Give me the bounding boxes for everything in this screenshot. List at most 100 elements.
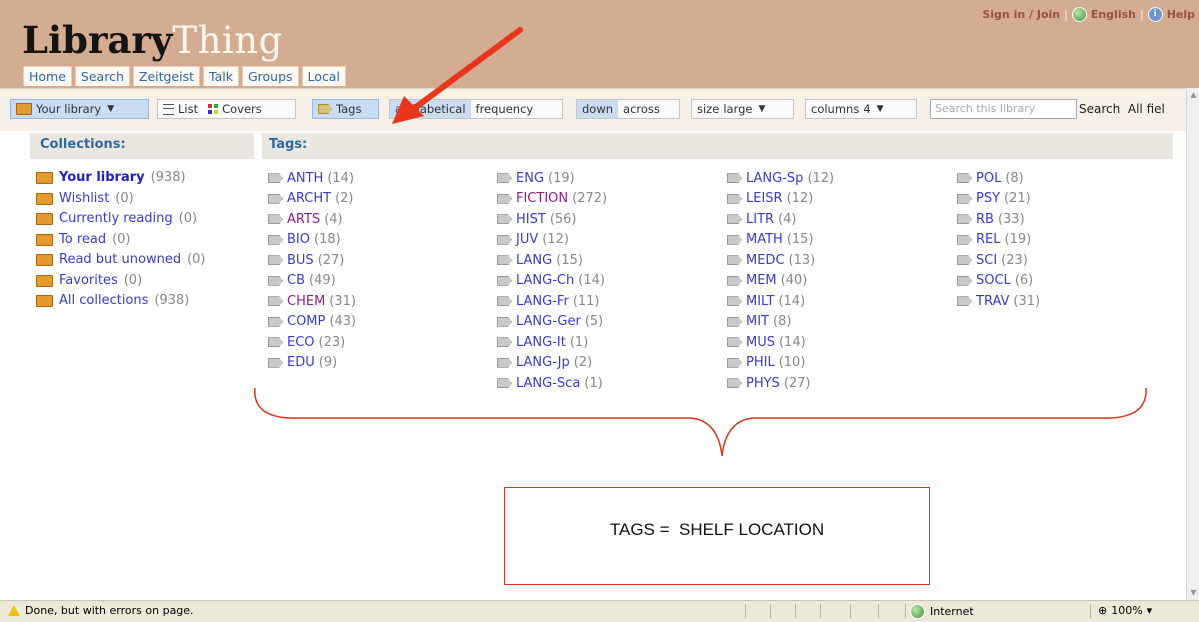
sort-toggle: alphabetical frequency — [389, 99, 563, 119]
tag-link[interactable]: LANG-Sca (1) — [497, 373, 607, 394]
tag-link[interactable]: COMP (43) — [268, 312, 356, 333]
tag-column-2: ENG (19) FICTION (272) HIST (56) JUV (12) LA… — [497, 168, 607, 394]
collection-read-but-unowned[interactable]: Read but unowned (0) — [36, 250, 206, 271]
size-dropdown[interactable]: size large ▼ — [691, 99, 794, 119]
nav-talk[interactable]: Talk — [203, 66, 239, 86]
tag-link[interactable]: LITR (4) — [727, 209, 834, 230]
tag-link[interactable]: REL (19) — [957, 230, 1040, 251]
tag-column-4: POL (8) PSY (21) RB (33) REL (19) SCI (23) SO… — [957, 168, 1040, 312]
search-library-input[interactable]: Search this library — [930, 99, 1077, 119]
tag-link[interactable]: JUV (12) — [497, 230, 607, 251]
tag-link[interactable]: LANG-Ch (14) — [497, 271, 607, 292]
tag-link[interactable]: PHIL (10) — [727, 353, 834, 374]
language-link[interactable]: English — [1091, 8, 1136, 21]
collection-your-library[interactable]: Your library (938) — [36, 168, 206, 189]
tag-link[interactable]: ARCHT (2) — [268, 189, 356, 210]
tag-link[interactable]: BUS (27) — [268, 250, 356, 271]
tag-link[interactable]: PSY (21) — [957, 189, 1040, 210]
collection-favorites[interactable]: Favorites (0) — [36, 271, 206, 292]
direction-down-button[interactable]: down — [577, 100, 619, 118]
tag-link[interactable]: LANG-It (1) — [497, 332, 607, 353]
tag-link[interactable]: LANG (15) — [497, 250, 607, 271]
tag-icon — [957, 275, 972, 286]
collection-wishlist[interactable]: Wishlist (0) — [36, 189, 206, 210]
tag-link[interactable]: ECO (23) — [268, 332, 356, 353]
tag-icon — [727, 173, 742, 184]
direction-across-button[interactable]: across — [618, 100, 665, 118]
tags-header: Tags: — [262, 133, 1173, 159]
tag-link[interactable]: LANG-Jp (2) — [497, 353, 607, 374]
nav-zeitgeist[interactable]: Zeitgeist — [132, 66, 201, 86]
tag-icon — [957, 173, 972, 184]
vertical-scrollbar[interactable]: ▲ ▼ — [1186, 88, 1199, 600]
tag-icon — [268, 337, 283, 348]
zoom-control[interactable]: ⊕ 100% ▾ — [1098, 604, 1152, 617]
nav-search[interactable]: Search — [74, 66, 130, 86]
collection-to-read[interactable]: To read (0) — [36, 230, 206, 251]
tag-link[interactable]: HIST (56) — [497, 209, 607, 230]
tag-link[interactable]: FICTION (272) — [497, 189, 607, 210]
tag-icon — [497, 337, 512, 348]
library-toolbar: Your library ▼ List Covers Tags alphabeti… — [0, 88, 1188, 131]
tag-link[interactable]: LANG-Ger (5) — [497, 312, 607, 333]
tag-link[interactable]: ANTH (14) — [268, 168, 356, 189]
main-nav: Home Search Zeitgeist Talk Groups Local — [23, 66, 349, 86]
status-message[interactable]: Done, but with errors on page. — [8, 604, 194, 617]
tag-link[interactable]: LEISR (12) — [727, 189, 834, 210]
tag-link[interactable]: MATH (15) — [727, 230, 834, 251]
tag-link[interactable]: LANG-Fr (11) — [497, 291, 607, 312]
direction-toggle: down across — [576, 99, 680, 119]
tag-link[interactable]: MEDC (13) — [727, 250, 834, 271]
scroll-up-icon[interactable]: ▲ — [1187, 88, 1199, 102]
all-fields-select[interactable]: All fiel — [1128, 102, 1165, 116]
tag-link[interactable]: SCI (23) — [957, 250, 1040, 271]
search-button[interactable]: Search All fiel — [1079, 99, 1165, 119]
tag-link[interactable]: TRAV (31) — [957, 291, 1040, 312]
your-library-dropdown[interactable]: Your library ▼ — [10, 99, 149, 119]
browser-status-bar: Done, but with errors on page. Internet … — [0, 600, 1199, 622]
help-link[interactable]: Help — [1167, 8, 1195, 21]
tag-icon — [497, 357, 512, 368]
tag-icon — [727, 214, 742, 225]
tag-icon — [727, 255, 742, 266]
list-view-button[interactable]: List — [158, 100, 203, 118]
tags-view-button[interactable]: Tags — [312, 99, 379, 119]
tag-icon — [268, 357, 283, 368]
folder-icon — [36, 192, 53, 205]
tag-link[interactable]: MILT (14) — [727, 291, 834, 312]
tag-link[interactable]: MEM (40) — [727, 271, 834, 292]
tag-link[interactable]: MIT (8) — [727, 312, 834, 333]
tag-link[interactable]: EDU (9) — [268, 353, 356, 374]
tag-link[interactable]: BIO (18) — [268, 230, 356, 251]
sort-frequency-button[interactable]: frequency — [471, 100, 539, 118]
tag-column-1: ANTH (14) ARCHT (2) ARTS (4) BIO (18) BUS (27… — [268, 168, 356, 373]
tag-icon — [318, 104, 332, 114]
nav-home[interactable]: Home — [23, 66, 72, 86]
tag-link[interactable]: CHEM (31) — [268, 291, 356, 312]
folder-icon — [36, 274, 53, 287]
scroll-down-icon[interactable]: ▼ — [1187, 586, 1199, 600]
dropdown-arrow-icon: ▼ — [107, 104, 115, 114]
tag-link[interactable]: PHYS (27) — [727, 373, 834, 394]
nav-groups[interactable]: Groups — [241, 66, 299, 86]
collection-all-collections[interactable]: All collections (938) — [36, 291, 206, 312]
librarything-logo[interactable]: LibraryThing — [22, 20, 283, 61]
tag-link[interactable]: ENG (19) — [497, 168, 607, 189]
tag-link[interactable]: ARTS (4) — [268, 209, 356, 230]
tag-link[interactable]: LANG-Sp (12) — [727, 168, 834, 189]
tag-icon — [957, 214, 972, 225]
columns-dropdown[interactable]: columns 4 ▼ — [805, 99, 917, 119]
nav-local[interactable]: Local — [301, 66, 346, 86]
sort-alphabetical-button[interactable]: alphabetical — [390, 100, 471, 118]
collection-currently-reading[interactable]: Currently reading (0) — [36, 209, 206, 230]
tag-link[interactable]: SOCL (6) — [957, 271, 1040, 292]
covers-view-button[interactable]: Covers — [203, 100, 267, 118]
site-header: LibraryThing Home Search Zeitgeist Talk … — [0, 0, 1199, 88]
annotation-note-box: TAGS = SHELF LOCATION — [504, 487, 930, 585]
tag-icon — [497, 234, 512, 245]
tag-link[interactable]: RB (33) — [957, 209, 1040, 230]
signin-link[interactable]: Sign in / Join — [982, 8, 1060, 21]
tag-link[interactable]: MUS (14) — [727, 332, 834, 353]
tag-link[interactable]: CB (49) — [268, 271, 356, 292]
tag-link[interactable]: POL (8) — [957, 168, 1040, 189]
